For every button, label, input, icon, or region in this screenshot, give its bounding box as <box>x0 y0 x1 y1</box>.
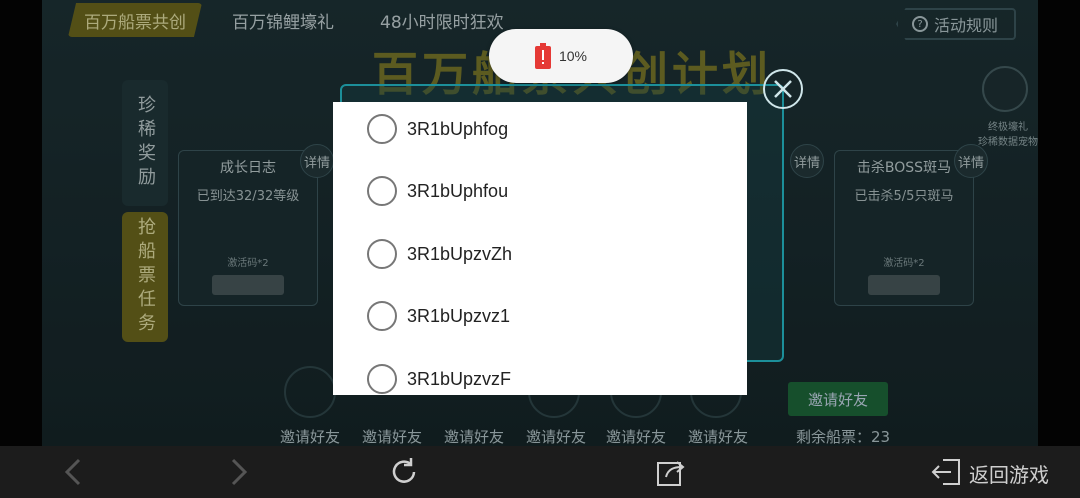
account-option-label: 3R1bUphfog <box>407 118 509 139</box>
radio-button[interactable] <box>367 114 397 144</box>
account-option[interactable]: 3R1bUphfog <box>333 104 747 154</box>
browser-bottom-bar <box>0 446 1080 498</box>
battery-toast: 10% <box>489 29 633 83</box>
account-option[interactable]: 3R1bUphfou <box>333 166 747 216</box>
account-option[interactable]: 3R1bUpzvz1 <box>333 291 747 341</box>
close-button[interactable] <box>763 69 803 109</box>
return-to-game-label[interactable]: 返回游戏 <box>969 459 1049 488</box>
close-icon <box>774 80 792 98</box>
exit-icon[interactable] <box>926 454 966 490</box>
battery-percentage: 10% <box>558 48 588 64</box>
refresh-icon[interactable] <box>384 454 424 490</box>
radio-button[interactable] <box>367 301 397 331</box>
account-select-dialog: 3R1bUphfog 3R1bUphfou 3R1bUpzvZh 3R1bUpz… <box>333 102 747 395</box>
back-arrow-icon[interactable] <box>54 454 94 490</box>
radio-button[interactable] <box>367 364 397 394</box>
share-icon[interactable] <box>651 454 691 490</box>
account-option[interactable]: 3R1bUpzvZh <box>333 229 747 279</box>
account-option-label: 3R1bUpzvzF <box>407 368 512 389</box>
radio-button[interactable] <box>367 239 397 269</box>
account-option-label: 3R1bUpzvZh <box>407 243 513 264</box>
account-option-label: 3R1bUphfou <box>407 180 509 201</box>
account-option[interactable]: 3R1bUpzvzF <box>333 354 747 395</box>
forward-arrow-icon[interactable] <box>218 454 258 490</box>
radio-button[interactable] <box>367 176 397 206</box>
battery-low-icon <box>534 43 551 69</box>
account-option-label: 3R1bUpzvz1 <box>407 305 511 326</box>
